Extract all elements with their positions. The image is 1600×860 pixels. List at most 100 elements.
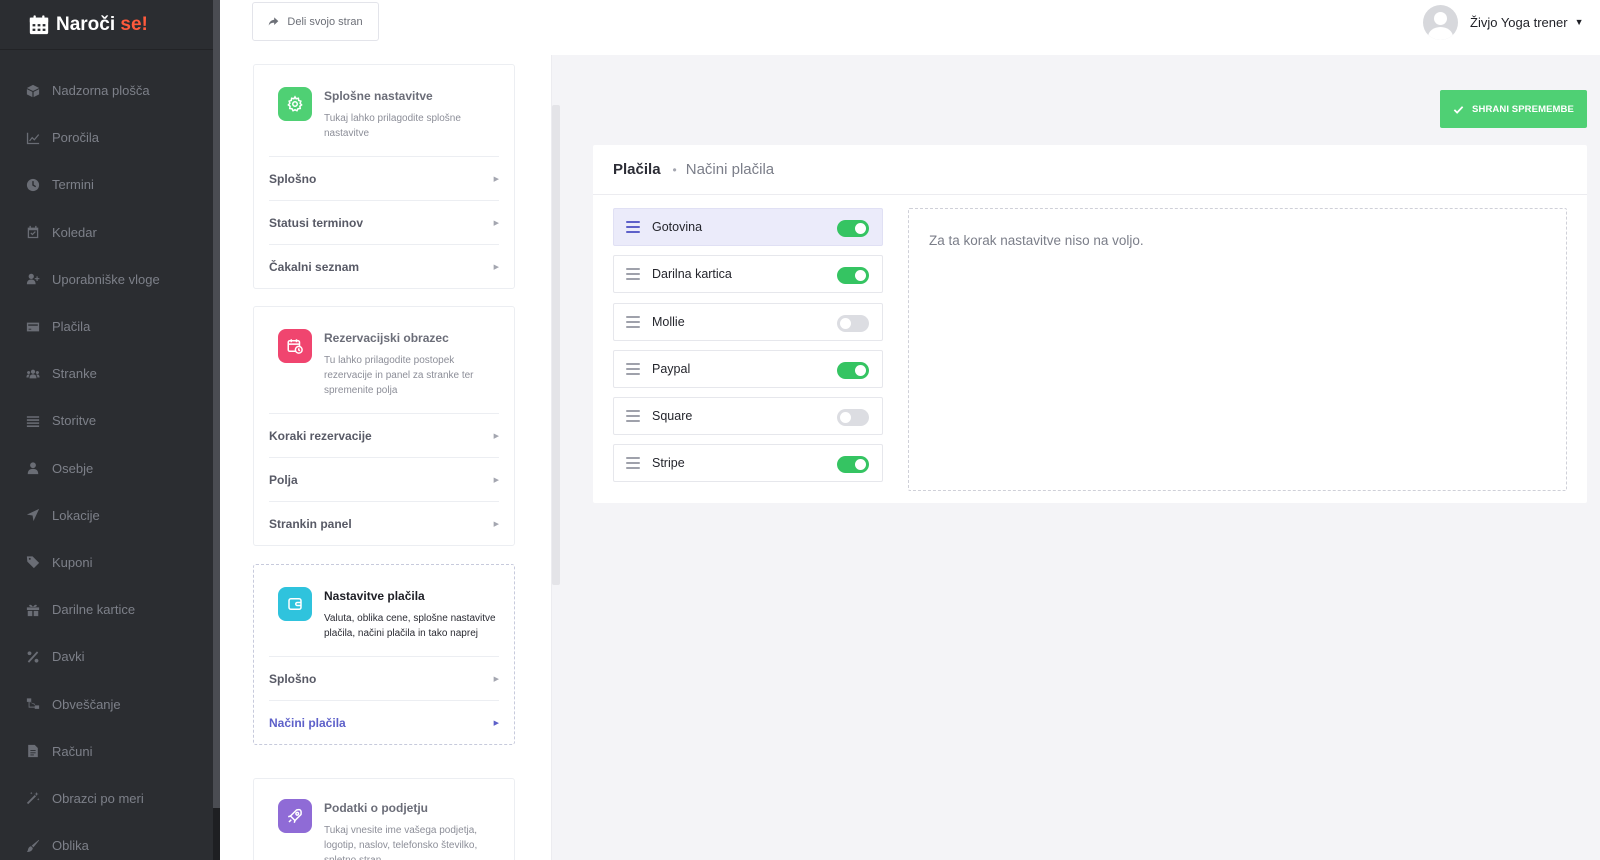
sidebar-item-kuponi[interactable]: Kuponi xyxy=(0,539,213,586)
settings-link-polja[interactable]: Polja ▶ xyxy=(269,457,499,501)
sitemap-icon xyxy=(26,697,40,711)
payment-method-label: Square xyxy=(652,409,693,424)
sidebar-item-label: Termini xyxy=(52,177,94,193)
sidebar-item-koledar[interactable]: Koledar xyxy=(0,209,213,256)
card-header[interactable]: Podatki o podjetju Tukaj vnesite ime vaš… xyxy=(254,779,514,860)
page-title: Plačila xyxy=(613,161,661,178)
card-links: Splošno ▶ Načini plačila ▶ xyxy=(254,656,514,744)
drag-handle-icon[interactable] xyxy=(626,221,640,233)
sidebar-item-placila[interactable]: Plačila xyxy=(0,303,213,350)
user-menu[interactable]: Živjo Yoga trener ▼ xyxy=(1423,4,1584,40)
settings-link-splosno[interactable]: Splošno ▶ xyxy=(269,156,499,200)
sidebar-item-davki[interactable]: Davki xyxy=(0,633,213,680)
settings-link-koraki-rezervacije[interactable]: Koraki rezervacije ▶ xyxy=(269,413,499,457)
payment-method-darilna-kartica[interactable]: Darilna kartica xyxy=(613,255,883,294)
settings-card-booking-form: Rezervacijski obrazec Tu lahko prilagodi… xyxy=(253,306,515,546)
payment-method-toggle[interactable] xyxy=(837,456,869,474)
brand-logo[interactable]: Naroči se! xyxy=(0,0,213,50)
location-arrow-icon xyxy=(26,508,40,522)
calendar-check-icon xyxy=(26,225,40,239)
magic-icon xyxy=(26,791,40,805)
caret-right-icon: ▶ xyxy=(493,263,499,271)
card-description: Tukaj vnesite ime vašega podjetja, logot… xyxy=(324,825,478,860)
payment-method-stripe[interactable]: Stripe xyxy=(613,444,883,483)
sidebar-item-porocila[interactable]: Poročila xyxy=(0,114,213,161)
sidebar-item-label: Obrazci po meri xyxy=(52,790,144,806)
payment-method-toggle[interactable] xyxy=(837,314,869,332)
caret-right-icon: ▶ xyxy=(493,520,499,528)
sidebar-item-label: Koledar xyxy=(52,224,97,240)
settings-link-nacini-placila[interactable]: Načini plačila ▶ xyxy=(269,700,499,744)
sidebar-nav: Nadzorna plošča Poročila Termini Koledar… xyxy=(0,50,213,860)
card-header[interactable]: Splošne nastavitve Tukaj lahko prilagodi… xyxy=(254,65,514,156)
sidebar-item-osebje[interactable]: Osebje xyxy=(0,445,213,492)
share-page-label: Deli svojo stran xyxy=(287,15,363,28)
settings-scrollbar[interactable] xyxy=(552,105,560,585)
card-description: Tukaj lahko prilagodite splošne nastavit… xyxy=(324,113,461,139)
sidebar-item-stranke[interactable]: Stranke xyxy=(0,350,213,397)
sidebar-item-racuni[interactable]: Računi xyxy=(0,728,213,775)
share-page-button[interactable]: Deli svojo stran xyxy=(252,2,379,41)
wallet-icon xyxy=(278,587,312,621)
payment-method-toggle[interactable] xyxy=(837,220,869,237)
payment-method-toggle[interactable] xyxy=(837,409,869,427)
sidebar-item-label: Lokacije xyxy=(52,507,100,523)
sidebar-item-darilne-kartice[interactable]: Darilne kartice xyxy=(0,586,213,633)
sidebar-item-termini[interactable]: Termini xyxy=(0,161,213,208)
share-icon xyxy=(269,17,279,26)
sidebar-item-uporabniske-vloge[interactable]: Uporabniške vloge xyxy=(0,256,213,303)
sidebar-item-label: Darilne kartice xyxy=(52,602,136,618)
sidebar-item-oblika[interactable]: Oblika xyxy=(0,822,213,860)
drag-handle-icon[interactable] xyxy=(626,268,640,281)
drag-handle-icon[interactable] xyxy=(626,410,640,423)
topbar xyxy=(220,0,1600,55)
user-icon xyxy=(26,461,40,475)
sidebar-item-obvescanje[interactable]: Obveščanje xyxy=(0,680,213,727)
save-changes-button[interactable]: SHRANI SPREMEMBE xyxy=(1440,90,1587,128)
sidebar-item-label: Davki xyxy=(52,649,85,665)
drag-handle-icon[interactable] xyxy=(626,315,640,328)
avatar xyxy=(1423,4,1458,40)
settings-link-strankin-panel[interactable]: Strankin panel ▶ xyxy=(269,501,499,545)
payment-method-mollie[interactable]: Mollie xyxy=(613,302,883,341)
card-header[interactable]: Nastavitve plačila Valuta, oblika cene, … xyxy=(254,565,514,656)
card-title: Splošne nastavitve xyxy=(324,89,433,103)
card-links: Koraki rezervacije ▶ Polja ▶ Strankin pane… xyxy=(254,413,514,545)
settings-link-cakalni-seznam[interactable]: Čakalni seznam ▶ xyxy=(269,244,499,288)
sidebar-item-storitve[interactable]: Storitve xyxy=(0,397,213,444)
save-changes-label: SHRANI SPREMEMBE xyxy=(1472,103,1574,115)
payment-method-gotovina[interactable]: Gotovina xyxy=(613,208,883,246)
method-settings-placeholder: Za ta korak nastavitve niso na voljo. xyxy=(908,208,1567,491)
empty-state-message: Za ta korak nastavitve niso na voljo. xyxy=(929,233,1144,248)
credit-card-icon xyxy=(26,320,40,334)
sidebar-item-label: Storitve xyxy=(52,413,97,429)
gear-icon xyxy=(278,87,312,121)
payment-method-label: Stripe xyxy=(652,456,685,471)
payment-method-paypal[interactable]: Paypal xyxy=(613,349,883,388)
payment-method-toggle[interactable] xyxy=(837,361,869,379)
settings-link-splosno-placila[interactable]: Splošno ▶ xyxy=(269,656,499,700)
sidebar-item-label: Nadzorna plošča xyxy=(52,83,150,99)
page-subtitle: Načini plačila xyxy=(685,161,775,178)
card-title: Nastavitve plačila xyxy=(324,589,425,603)
payment-method-square[interactable]: Square xyxy=(613,397,883,436)
settings-card-payments: Nastavitve plačila Valuta, oblika cene, … xyxy=(253,564,515,745)
list-icon xyxy=(26,414,40,428)
payment-method-label: Paypal xyxy=(652,361,691,376)
payment-method-toggle[interactable] xyxy=(837,267,869,285)
sidebar-item-obrazci-po-meri[interactable]: Obrazci po meri xyxy=(0,775,213,822)
caret-right-icon: ▶ xyxy=(493,432,499,440)
sidebar-scrollbar[interactable] xyxy=(213,0,220,860)
sidebar-item-lokacije[interactable]: Lokacije xyxy=(0,492,213,539)
drag-handle-icon[interactable] xyxy=(626,362,640,375)
caret-right-icon: ▶ xyxy=(493,175,499,183)
drag-handle-icon[interactable] xyxy=(626,457,640,470)
settings-link-statusi-terminov[interactable]: Statusi terminov ▶ xyxy=(269,200,499,244)
brand-name: Naroči se! xyxy=(56,13,148,35)
rocket-icon xyxy=(278,799,312,833)
payment-method-label: Mollie xyxy=(652,314,685,329)
sidebar-item-nadzorna-plosca[interactable]: Nadzorna plošča xyxy=(0,67,213,114)
card-description: Tu lahko prilagodite postopek rezervacij… xyxy=(324,355,474,396)
sidebar-scrollbar-thumb[interactable] xyxy=(213,808,220,860)
card-header[interactable]: Rezervacijski obrazec Tu lahko prilagodi… xyxy=(254,307,514,413)
